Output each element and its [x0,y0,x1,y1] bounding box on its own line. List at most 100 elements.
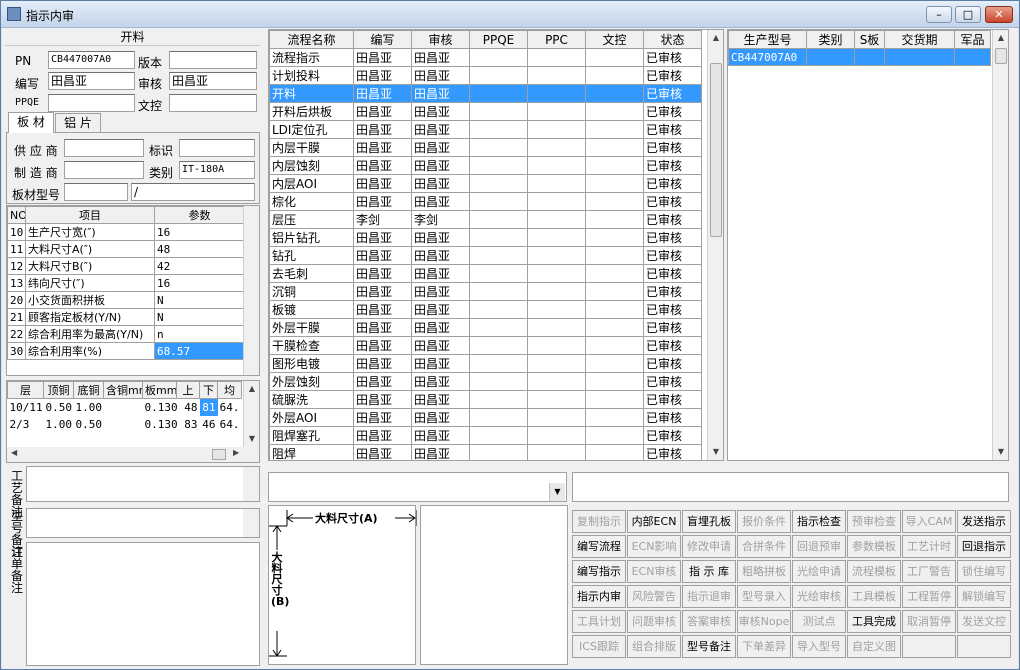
tab-aluminum-sheet[interactable]: 铝 片 [55,113,101,133]
flow-scrollbar[interactable]: ▲ ▼ [707,30,723,460]
flow-cell[interactable]: 田昌亚 [353,390,412,409]
action-button-4-4[interactable]: 测试点 [792,610,846,633]
flow-cell[interactable]: 田昌亚 [411,66,470,85]
flow-cell[interactable]: 已审核 [643,210,702,229]
action-button-3-0[interactable]: 指示内审 [572,585,626,608]
flow-cell[interactable]: 已审核 [643,66,702,85]
params-cell[interactable]: 13 [7,274,26,292]
params-cell[interactable]: 21 [7,308,26,326]
flow-row[interactable]: LDI定位孔 田昌亚 田昌亚 已审核 [269,120,702,139]
flow-cell[interactable] [527,318,586,337]
flow-cell[interactable] [469,354,528,373]
models-col-class[interactable]: 类别 [806,30,855,49]
scroll-down-icon[interactable]: ▼ [244,431,259,447]
action-button-1-3[interactable]: 合拼条件 [737,535,791,558]
flow-cell[interactable]: 田昌亚 [411,264,470,283]
flow-cell[interactable]: 内层AOI [269,174,354,193]
action-button-5-2[interactable]: 型号备注 [682,635,736,658]
flow-col-doc[interactable]: 文控 [585,30,644,49]
params-row[interactable]: 11 大料尺寸A(″) 48 [7,240,245,258]
pn-field[interactable]: CB447007A0 [48,51,135,69]
flow-cell[interactable]: 田昌亚 [353,336,412,355]
flow-cell[interactable] [469,390,528,409]
flow-cell[interactable]: 田昌亚 [353,426,412,445]
action-button-4-7[interactable]: 发送文控 [957,610,1011,633]
flow-cell[interactable] [469,66,528,85]
flow-cell[interactable]: 沉铜 [269,282,354,301]
params-cell[interactable]: 小交货面积拼板 [25,291,155,309]
action-button-5-5[interactable]: 自定义图 [847,635,901,658]
layers-cell[interactable]: 0.50 [74,416,104,433]
params-cell[interactable]: 16 [154,274,245,292]
flow-cell[interactable]: 硫脲洗 [269,390,354,409]
flow-cell[interactable]: 田昌亚 [411,228,470,247]
layers-col-bottom[interactable]: 下 [199,381,218,399]
flow-cell[interactable] [469,246,528,265]
params-col-value[interactable]: 参数 [154,206,245,224]
action-button-2-6[interactable]: 工厂警告 [902,560,956,583]
flow-cell[interactable]: 去毛刺 [269,264,354,283]
params-cell[interactable]: 16 [154,223,245,241]
params-cell[interactable]: 12 [7,257,26,275]
flow-row[interactable]: 内层干膜 田昌亚 田昌亚 已审核 [269,138,702,157]
flow-cell[interactable]: 已审核 [643,228,702,247]
flow-cell[interactable]: 田昌亚 [411,192,470,211]
layers-cell[interactable]: 0.130 [143,416,177,433]
writer-field[interactable]: 田昌亚 [48,72,135,90]
action-button-5-6[interactable] [902,635,956,658]
flow-cell[interactable]: 田昌亚 [353,300,412,319]
action-button-1-0[interactable]: 编写流程 [572,535,626,558]
flow-row[interactable]: 沉铜 田昌亚 田昌亚 已审核 [269,282,702,301]
flow-row[interactable]: 图形电镀 田昌亚 田昌亚 已审核 [269,354,702,373]
flow-cell[interactable] [527,210,586,229]
flow-col-ppc[interactable]: PPC [527,30,586,49]
flow-cell[interactable] [527,408,586,427]
flow-cell[interactable] [527,246,586,265]
action-button-4-3[interactable]: 审核Nope [737,610,791,633]
flow-cell[interactable]: 田昌亚 [353,192,412,211]
flow-cell[interactable] [469,300,528,319]
action-button-2-7[interactable]: 锁住编写 [957,560,1011,583]
flow-row[interactable]: 硫脲洗 田昌亚 田昌亚 已审核 [269,390,702,409]
close-button[interactable]: ✕ [985,6,1013,23]
flow-cell[interactable]: 田昌亚 [411,156,470,175]
flow-cell[interactable]: LDI定位孔 [269,120,354,139]
models-scroll-thumb[interactable] [995,48,1007,64]
scroll-up-icon[interactable]: ▲ [993,30,1008,46]
flow-cell[interactable] [469,426,528,445]
flow-cell[interactable] [527,372,586,391]
action-button-3-1[interactable]: 风险警告 [627,585,681,608]
action-button-3-6[interactable]: 工程暂停 [902,585,956,608]
params-cell[interactable]: 11 [7,240,26,258]
action-button-2-3[interactable]: 粗略拼板 [737,560,791,583]
action-button-0-6[interactable]: 导入CAM [902,510,956,533]
flow-cell[interactable] [585,174,644,193]
flow-cell[interactable] [469,174,528,193]
flow-cell[interactable]: 田昌亚 [353,102,412,121]
layers-col-bottom-copper[interactable]: 底铜 [73,381,104,399]
action-button-4-6[interactable]: 取消暂停 [902,610,956,633]
supplier-field[interactable] [64,139,144,157]
scroll-up-icon[interactable]: ▲ [708,30,723,46]
flow-cell[interactable] [469,156,528,175]
flow-cell[interactable]: 外层AOI [269,408,354,427]
flow-cell[interactable] [585,390,644,409]
layers-col-board-mm[interactable]: 板mm [142,381,177,399]
flow-cell[interactable]: 田昌亚 [353,174,412,193]
flow-cell[interactable] [469,264,528,283]
flow-row[interactable]: 内层蚀刻 田昌亚 田昌亚 已审核 [269,156,702,175]
layers-vscroll[interactable]: ▲ ▼ [243,381,259,447]
action-button-4-2[interactable]: 答案审核 [682,610,736,633]
flow-cell[interactable]: 田昌亚 [353,444,412,460]
flow-cell[interactable]: 田昌亚 [411,390,470,409]
flow-cell[interactable]: 钻孔 [269,246,354,265]
models-cell[interactable] [954,48,991,66]
flow-cell[interactable] [469,210,528,229]
board-model-field-2[interactable]: / [131,183,255,201]
scroll-down-icon[interactable]: ▼ [708,444,723,460]
order-note-field[interactable] [26,542,260,666]
flow-cell[interactable]: 已审核 [643,408,702,427]
params-col-item[interactable]: 项目 [25,206,155,224]
flow-cell[interactable] [585,264,644,283]
flow-col-reviewer[interactable]: 审核 [411,30,470,49]
